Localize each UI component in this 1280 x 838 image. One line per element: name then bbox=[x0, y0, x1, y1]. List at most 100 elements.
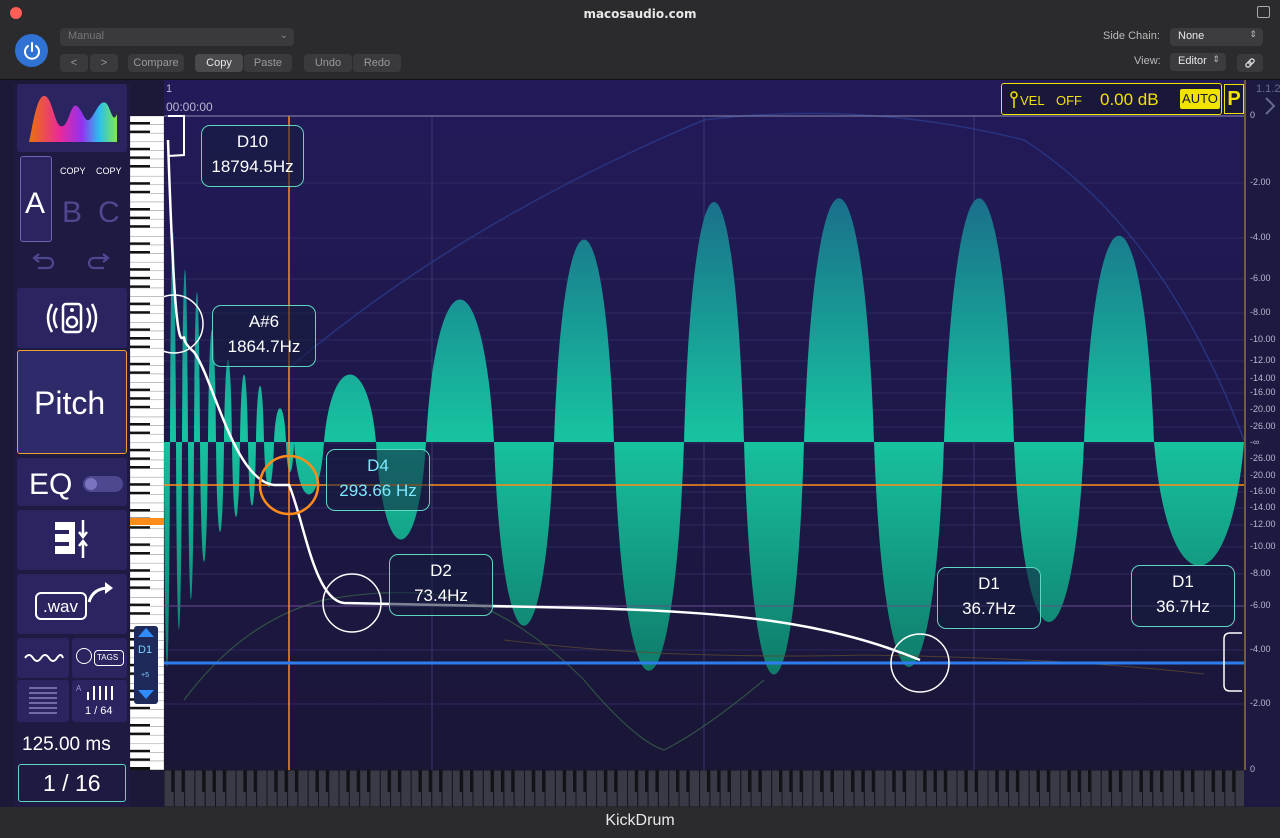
copy-b-to-c-button[interactable]: COPY bbox=[96, 166, 122, 176]
white-key[interactable] bbox=[129, 614, 165, 624]
white-key[interactable] bbox=[1162, 769, 1174, 808]
white-key[interactable] bbox=[657, 769, 670, 808]
white-key[interactable] bbox=[585, 769, 598, 808]
white-key[interactable] bbox=[129, 709, 165, 719]
white-key[interactable] bbox=[129, 287, 165, 297]
white-key[interactable] bbox=[1193, 769, 1205, 808]
white-key[interactable] bbox=[472, 769, 484, 808]
white-key[interactable] bbox=[400, 769, 412, 808]
note-bubble-selected[interactable]: D4 293.66 Hz bbox=[326, 449, 430, 511]
listen-button[interactable] bbox=[17, 288, 127, 348]
white-key[interactable] bbox=[225, 769, 237, 808]
white-key[interactable] bbox=[129, 433, 165, 444]
white-key[interactable] bbox=[833, 769, 845, 808]
chevron-right-icon[interactable] bbox=[1260, 96, 1280, 116]
slot-a-button[interactable]: A bbox=[20, 156, 52, 242]
white-key[interactable] bbox=[256, 769, 268, 808]
white-key[interactable] bbox=[129, 554, 165, 564]
note-bubble[interactable]: D2 73.4Hz bbox=[389, 554, 493, 616]
white-key[interactable] bbox=[328, 769, 340, 808]
white-key[interactable] bbox=[513, 769, 526, 808]
white-key[interactable] bbox=[129, 132, 165, 143]
view-select[interactable]: Editor ⇕ bbox=[1170, 53, 1226, 71]
white-key[interactable] bbox=[184, 769, 196, 808]
white-key[interactable] bbox=[129, 347, 165, 358]
copy-a-to-b-button[interactable]: COPY bbox=[60, 166, 86, 176]
pitch-envelope-graph[interactable] bbox=[164, 80, 1244, 770]
redo-button[interactable]: Redo bbox=[353, 54, 401, 72]
white-key[interactable] bbox=[129, 588, 165, 598]
tags-button[interactable]: TAGS bbox=[72, 638, 127, 678]
white-key[interactable] bbox=[688, 769, 701, 808]
white-key[interactable] bbox=[129, 494, 165, 504]
note-bubble[interactable]: A#6 1864.7Hz bbox=[212, 305, 316, 367]
undo-arrow-icon[interactable] bbox=[30, 252, 56, 274]
undo-button[interactable]: Undo bbox=[304, 54, 352, 72]
white-key[interactable] bbox=[129, 734, 165, 745]
horizontal-keyboard[interactable] bbox=[163, 769, 1246, 808]
sort-button[interactable] bbox=[17, 510, 127, 570]
white-key[interactable] bbox=[1049, 769, 1061, 808]
link-button[interactable] bbox=[1237, 54, 1263, 72]
white-key[interactable] bbox=[544, 769, 556, 808]
white-key[interactable] bbox=[802, 769, 814, 808]
p-button[interactable]: P bbox=[1224, 84, 1244, 114]
scroll-up-icon[interactable] bbox=[138, 628, 154, 637]
copy-button[interactable]: Copy bbox=[195, 54, 243, 72]
pitch-mode-button[interactable]: Pitch bbox=[17, 350, 127, 454]
speaker-icon bbox=[46, 302, 98, 334]
velocity-toggle[interactable]: OFF bbox=[1056, 93, 1082, 108]
white-key[interactable] bbox=[441, 769, 453, 808]
slot-b-button[interactable]: B bbox=[62, 196, 82, 230]
paste-button[interactable]: Paste bbox=[244, 54, 292, 72]
power-button[interactable] bbox=[15, 34, 48, 67]
white-key[interactable] bbox=[297, 769, 309, 808]
time-value[interactable]: 125.00 ms bbox=[22, 734, 111, 756]
white-key[interactable] bbox=[760, 769, 773, 808]
white-key[interactable] bbox=[905, 769, 917, 808]
note-range-scroller[interactable]: D1 +5 bbox=[134, 626, 158, 704]
waveform-view-button[interactable] bbox=[17, 638, 69, 678]
white-key[interactable] bbox=[129, 227, 165, 237]
snap-selector[interactable]: 1 / 16 bbox=[18, 764, 126, 802]
white-key[interactable] bbox=[1121, 769, 1133, 808]
preset-select[interactable]: Manual ⌄ bbox=[60, 28, 294, 46]
white-key[interactable] bbox=[1234, 769, 1246, 808]
redo-arrow-icon[interactable] bbox=[86, 252, 112, 274]
grid-resolution-button[interactable]: A 1 / 64 bbox=[72, 680, 127, 722]
fullscreen-icon[interactable] bbox=[1257, 6, 1270, 18]
white-key[interactable] bbox=[129, 373, 165, 383]
note-bubble[interactable]: D1 36.7Hz bbox=[937, 567, 1041, 629]
export-wav-button[interactable]: .wav bbox=[17, 574, 127, 634]
slot-c-button[interactable]: C bbox=[98, 196, 120, 230]
white-key[interactable] bbox=[977, 769, 989, 808]
gain-value[interactable]: 0.00 dB bbox=[1100, 90, 1159, 110]
white-key[interactable] bbox=[730, 769, 742, 808]
black-key[interactable] bbox=[130, 767, 150, 773]
side-chain-select[interactable]: None ⇕ bbox=[1170, 28, 1263, 46]
white-key[interactable] bbox=[1018, 769, 1030, 808]
eq-toggle[interactable] bbox=[83, 476, 123, 492]
next-preset-button[interactable]: > bbox=[90, 54, 118, 72]
white-key[interactable] bbox=[129, 528, 165, 538]
white-key[interactable] bbox=[129, 468, 165, 478]
white-key[interactable] bbox=[129, 408, 165, 418]
highlighted-key[interactable] bbox=[130, 518, 164, 525]
white-key[interactable] bbox=[129, 253, 165, 263]
note-bubble[interactable]: D1 36.7Hz bbox=[1131, 565, 1235, 627]
auto-button[interactable]: AUTO bbox=[1180, 89, 1220, 109]
white-key[interactable] bbox=[129, 167, 165, 177]
white-key[interactable] bbox=[369, 769, 381, 808]
scroll-down-icon[interactable] bbox=[138, 690, 154, 699]
white-key[interactable] bbox=[129, 313, 165, 323]
white-key[interactable] bbox=[1090, 769, 1102, 808]
prev-preset-button[interactable]: < bbox=[60, 54, 88, 72]
updown-chevron-icon: ⇕ bbox=[1212, 54, 1220, 64]
note-bubble[interactable]: D10 18794.5Hz bbox=[201, 125, 304, 187]
white-key[interactable] bbox=[946, 769, 958, 808]
compare-button[interactable]: Compare bbox=[128, 54, 184, 72]
white-key[interactable] bbox=[129, 193, 165, 203]
white-key[interactable] bbox=[616, 769, 629, 808]
grid-lines-button[interactable] bbox=[17, 680, 69, 722]
white-key[interactable] bbox=[874, 769, 886, 808]
